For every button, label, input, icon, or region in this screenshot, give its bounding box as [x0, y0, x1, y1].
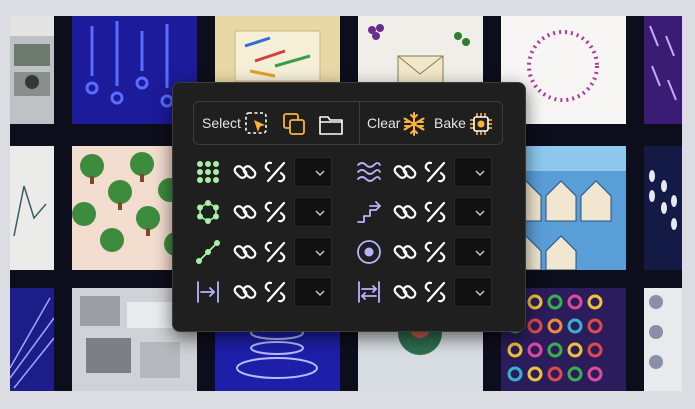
ring-dots-icon[interactable]: [195, 199, 221, 225]
link-icon[interactable]: [392, 239, 418, 265]
duplicate-squares-icon[interactable]: [281, 111, 307, 137]
modifier-dropdown[interactable]: [454, 277, 492, 307]
modifier-dropdown[interactable]: [294, 157, 332, 187]
waves-icon[interactable]: [356, 159, 382, 185]
unlink-icon[interactable]: [262, 279, 288, 305]
chevron-down-icon: [315, 250, 325, 256]
link-icon[interactable]: [392, 159, 418, 185]
link-icon[interactable]: [392, 279, 418, 305]
arrow-to-bar-icon[interactable]: [195, 279, 221, 305]
unlink-icon[interactable]: [422, 239, 448, 265]
dashed-select-cursor-icon[interactable]: [244, 111, 270, 137]
chevron-down-icon: [475, 170, 485, 176]
chevron-down-icon: [315, 210, 325, 216]
chevron-down-icon: [315, 290, 325, 296]
unlink-icon[interactable]: [422, 199, 448, 225]
canvas-tile: [644, 146, 682, 270]
toolbar-divider: [359, 102, 360, 144]
select-label: Select: [202, 115, 241, 131]
modifier-dropdown[interactable]: [294, 277, 332, 307]
canvas-tile: [10, 16, 54, 124]
spread-arrows-icon[interactable]: [356, 279, 382, 305]
link-icon[interactable]: [232, 239, 258, 265]
unlink-icon[interactable]: [262, 199, 288, 225]
unlink-icon[interactable]: [422, 279, 448, 305]
modifier-dropdown[interactable]: [454, 237, 492, 267]
link-icon[interactable]: [232, 159, 258, 185]
modifier-dropdown[interactable]: [294, 197, 332, 227]
line-dots-icon[interactable]: [195, 239, 221, 265]
canvas-tile: [10, 146, 54, 270]
canvas-tile: [644, 16, 682, 124]
unlink-icon[interactable]: [262, 159, 288, 185]
bake-label: Bake: [434, 115, 466, 131]
unlink-icon[interactable]: [422, 159, 448, 185]
clear-label: Clear: [367, 115, 401, 131]
chevron-down-icon: [475, 290, 485, 296]
modifier-dropdown[interactable]: [294, 237, 332, 267]
panel-toolbar: Select Clear Bake: [193, 101, 503, 145]
modifier-panel: Select Clear Bake: [172, 82, 526, 332]
chevron-down-icon: [475, 210, 485, 216]
canvas-tile: [10, 288, 54, 391]
grid-dots-icon[interactable]: [195, 159, 221, 185]
snowflake-icon[interactable]: [401, 111, 427, 137]
chevron-down-icon: [315, 170, 325, 176]
chip-icon[interactable]: [468, 111, 494, 137]
folder-icon[interactable]: [318, 111, 344, 137]
modifier-dropdown[interactable]: [454, 157, 492, 187]
stairs-arrow-icon[interactable]: [356, 199, 382, 225]
canvas-tile: [644, 288, 682, 391]
modifier-dropdown[interactable]: [454, 197, 492, 227]
unlink-icon[interactable]: [262, 239, 288, 265]
chevron-down-icon: [475, 250, 485, 256]
link-icon[interactable]: [392, 199, 418, 225]
link-icon[interactable]: [232, 279, 258, 305]
target-circle-icon[interactable]: [356, 239, 382, 265]
link-icon[interactable]: [232, 199, 258, 225]
